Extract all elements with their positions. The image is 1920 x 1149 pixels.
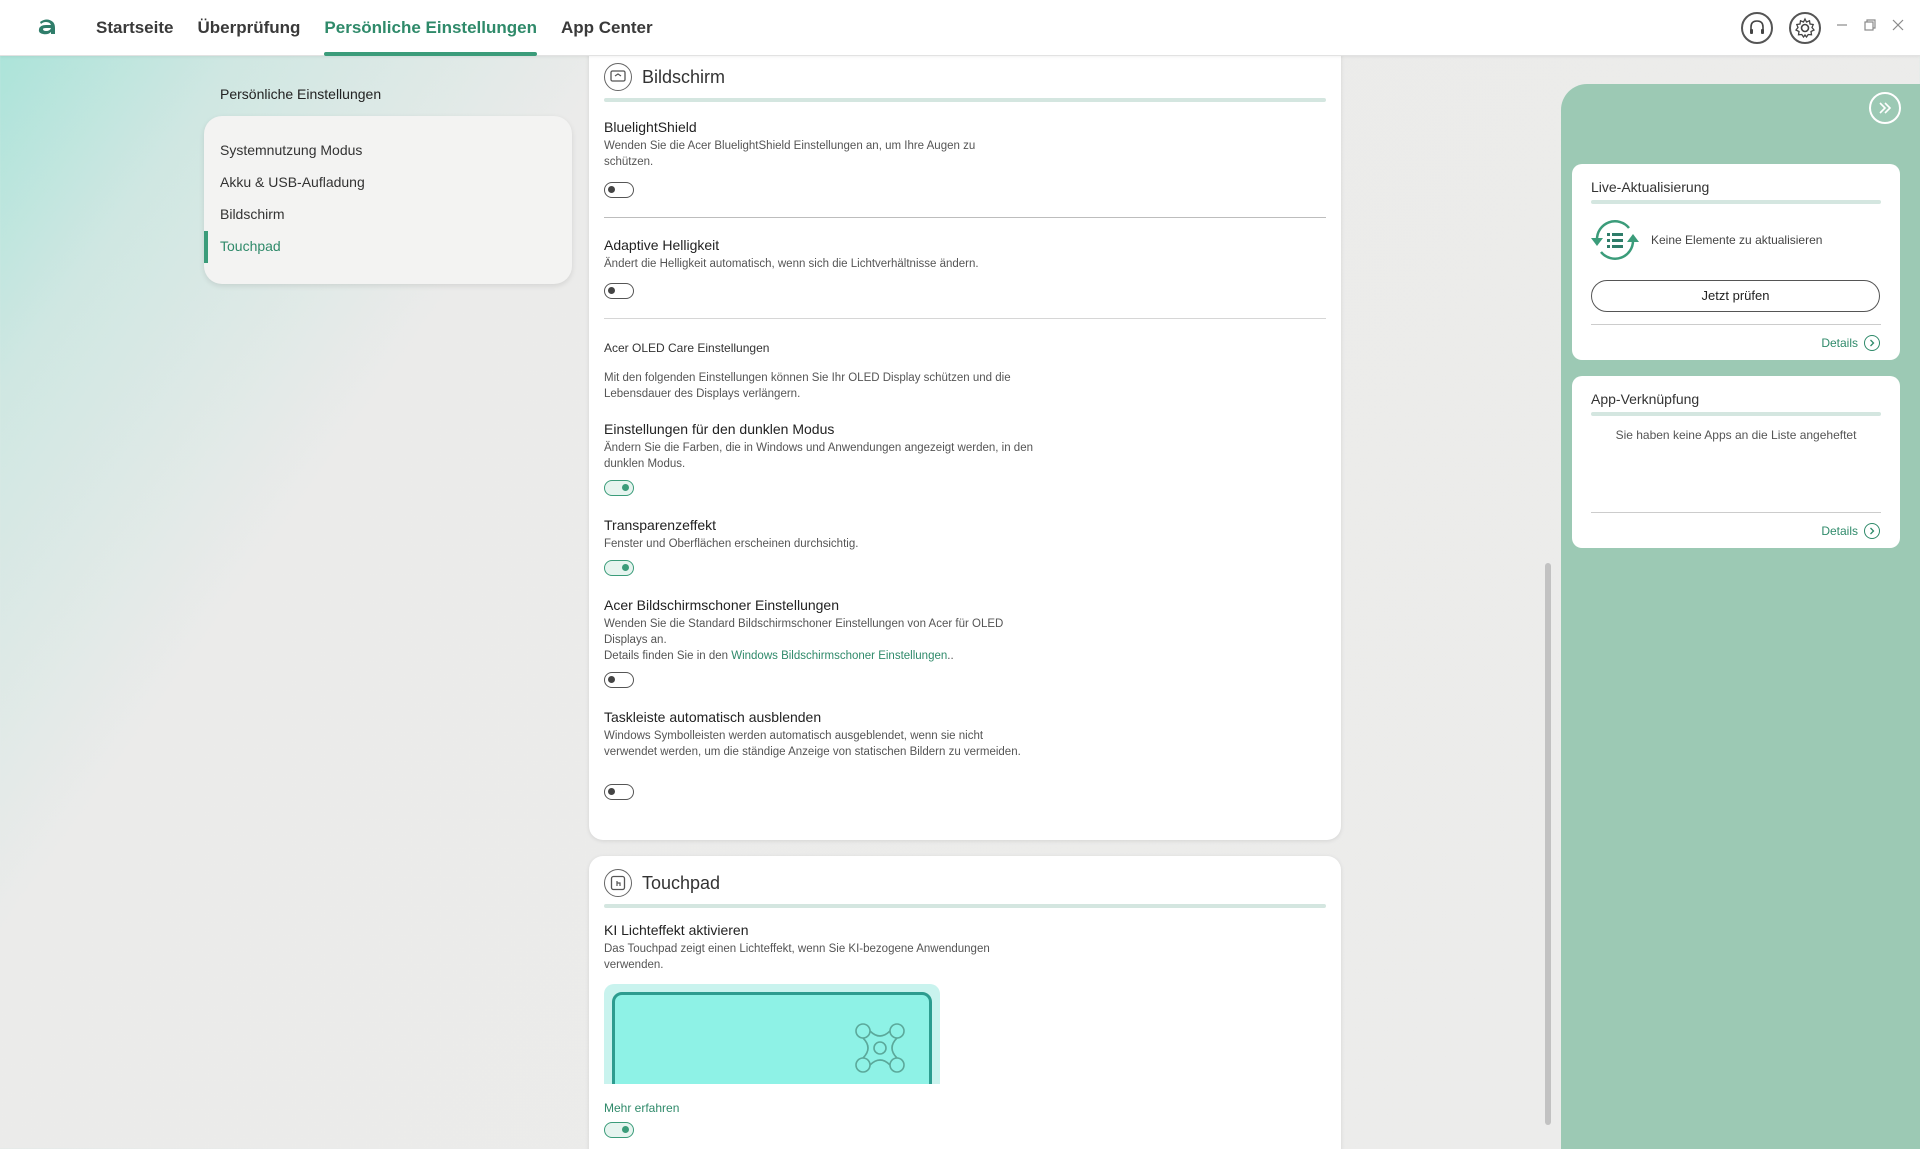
touchpad-header: Touchpad bbox=[604, 868, 720, 898]
taskbar-setting: Taskleiste automatisch ausblenden Window… bbox=[604, 708, 1024, 760]
dark-mode-title: Einstellungen für den dunklen Modus bbox=[604, 421, 835, 437]
separator bbox=[1591, 512, 1881, 513]
nav-tab-app-center[interactable]: App Center bbox=[561, 0, 653, 56]
screensaver-title: Acer Bildschirmschoner Einstellungen bbox=[604, 597, 839, 613]
taskbar-desc: Windows Symbolleisten werden automatisch… bbox=[604, 730, 1021, 758]
refresh-list-icon bbox=[1591, 220, 1639, 260]
nav-tab-persoenliche-einstellungen[interactable]: Persönliche Einstellungen bbox=[324, 0, 537, 56]
separator bbox=[604, 217, 1326, 218]
ki-light-desc: Das Touchpad zeigt einen Lichteffekt, we… bbox=[604, 943, 990, 971]
bildschirm-header: Bildschirm bbox=[604, 62, 725, 92]
separator bbox=[604, 318, 1326, 319]
nav-tab-ueberpruefung[interactable]: Überprüfung bbox=[197, 0, 300, 56]
headset-icon[interactable] bbox=[1741, 12, 1773, 44]
touchpad-preview-image bbox=[604, 984, 940, 1084]
adaptive-setting: Adaptive Helligkeit Ändert die Helligkei… bbox=[604, 236, 1044, 272]
live-update-title: Live-Aktualisierung bbox=[1591, 179, 1710, 195]
app-shortcut-line bbox=[1591, 412, 1881, 416]
taskbar-toggle[interactable] bbox=[604, 784, 634, 800]
ki-light-toggle[interactable] bbox=[604, 1122, 634, 1138]
transparency-setting: Transparenzeffekt Fenster und Oberfläche… bbox=[604, 516, 1044, 552]
oled-desc-block: Mit den folgenden Einstellungen können S… bbox=[604, 368, 1034, 402]
display-icon bbox=[604, 63, 632, 91]
separator bbox=[1591, 324, 1881, 325]
touchpad-title: Touchpad bbox=[642, 872, 721, 893]
mehr-erfahren-link[interactable]: Mehr erfahren bbox=[604, 1101, 679, 1115]
sidebar-item-touchpad[interactable]: Touchpad bbox=[220, 238, 281, 254]
touchpad-header-line bbox=[604, 904, 1326, 908]
sidebar-item-akku-usb[interactable]: Akku & USB-Aufladung bbox=[220, 174, 365, 190]
bildschirm-card: Bildschirm BluelightShield Wenden Sie di… bbox=[589, 50, 1341, 840]
oled-care-section: Acer OLED Care Einstellungen bbox=[604, 338, 1044, 356]
details-label: Details bbox=[1821, 524, 1858, 538]
ki-light-setting: KI Lichteffekt aktivieren Das Touchpad z… bbox=[604, 921, 1024, 973]
jetzt-pruefen-button[interactable]: Jetzt prüfen bbox=[1591, 280, 1880, 312]
live-update-line bbox=[1591, 200, 1881, 204]
ki-light-title: KI Lichteffekt aktivieren bbox=[604, 922, 749, 938]
top-bar: Startseite Überprüfung Persönliche Einst… bbox=[0, 0, 1920, 56]
live-update-status: Keine Elemente zu aktualisieren bbox=[1651, 233, 1823, 247]
collapse-panel-icon[interactable] bbox=[1869, 92, 1901, 124]
main-nav: Startseite Überprüfung Persönliche Einst… bbox=[96, 0, 677, 56]
touchpad-icon bbox=[604, 869, 632, 897]
sidebar-item-systemnutzung[interactable]: Systemnutzung Modus bbox=[220, 142, 362, 158]
bluelight-desc: Wenden Sie die Acer BluelightShield Eins… bbox=[604, 140, 976, 168]
screensaver-setting: Acer Bildschirmschoner Einstellungen Wen… bbox=[604, 596, 1024, 664]
sidebar-menu: Systemnutzung Modus Akku & USB-Aufladung… bbox=[204, 116, 572, 284]
main-scrollbar[interactable] bbox=[1545, 563, 1551, 1125]
sidebar-active-indicator bbox=[204, 231, 208, 263]
transparency-toggle[interactable] bbox=[604, 560, 634, 576]
screensaver-desc: Wenden Sie die Standard Bildschirmschone… bbox=[604, 618, 1004, 646]
taskbar-title: Taskleiste automatisch ausblenden bbox=[604, 709, 822, 725]
bluelight-title: BluelightShield bbox=[604, 119, 697, 135]
bluelight-toggle[interactable] bbox=[604, 182, 634, 198]
nav-tab-startseite[interactable]: Startseite bbox=[96, 0, 173, 56]
bildschirm-title: Bildschirm bbox=[642, 66, 726, 87]
chevron-right-icon bbox=[1864, 335, 1880, 351]
transparency-title: Transparenzeffekt bbox=[604, 517, 717, 533]
acer-logo-icon[interactable] bbox=[34, 14, 60, 40]
restore-icon[interactable] bbox=[1861, 18, 1879, 36]
app-shortcut-title: App-Verknüpfung bbox=[1591, 391, 1700, 407]
touchpad-card: Touchpad KI Lichteffekt aktivieren Das T… bbox=[589, 856, 1341, 1149]
app-shortcut-card: App-Verknüpfung Sie haben keine Apps an … bbox=[1572, 376, 1900, 548]
bildschirm-header-line bbox=[604, 98, 1326, 102]
ai-light-pattern-icon bbox=[855, 1023, 905, 1073]
oled-desc: Mit den folgenden Einstellungen können S… bbox=[604, 372, 1011, 400]
app-shortcut-details-link[interactable]: Details bbox=[1821, 523, 1880, 539]
sidebar-title: Persönliche Einstellungen bbox=[220, 86, 382, 102]
gear-icon[interactable] bbox=[1789, 12, 1821, 44]
adaptive-desc: Ändert die Helligkeit automatisch, wenn … bbox=[604, 258, 979, 270]
dark-mode-setting: Einstellungen für den dunklen Modus Ände… bbox=[604, 420, 1034, 472]
minimize-icon[interactable] bbox=[1833, 18, 1851, 36]
chevron-right-icon bbox=[1864, 523, 1880, 539]
app-shortcut-empty: Sie haben keine Apps an die Liste angehe… bbox=[1615, 428, 1857, 442]
details-label: Details bbox=[1821, 336, 1858, 350]
adaptive-toggle[interactable] bbox=[604, 283, 634, 299]
touchpad-surface bbox=[612, 992, 932, 1084]
adaptive-title: Adaptive Helligkeit bbox=[604, 237, 720, 253]
right-panel: Live-Aktualisierung Keine Elemente zu ak… bbox=[1561, 84, 1920, 1149]
windows-screensaver-link[interactable]: Windows Bildschirmschoner Einstellungen bbox=[731, 650, 947, 662]
live-update-details-link[interactable]: Details bbox=[1821, 335, 1880, 351]
sidebar-item-bildschirm[interactable]: Bildschirm bbox=[220, 206, 285, 222]
screensaver-details-prefix: Details finden Sie in den bbox=[604, 650, 732, 662]
dark-mode-toggle[interactable] bbox=[604, 480, 634, 496]
oled-heading: Acer OLED Care Einstellungen bbox=[604, 341, 770, 355]
screensaver-toggle[interactable] bbox=[604, 672, 634, 688]
close-icon[interactable] bbox=[1889, 18, 1907, 36]
screensaver-details-suffix: .. bbox=[947, 650, 954, 662]
live-update-card: Live-Aktualisierung Keine Elemente zu ak… bbox=[1572, 164, 1900, 360]
screensaver-details: Details finden Sie in den Windows Bildsc… bbox=[604, 648, 1024, 664]
dark-mode-desc: Ändern Sie die Farben, die in Windows un… bbox=[604, 442, 1033, 470]
bluelight-setting: BluelightShield Wenden Sie die Acer Blue… bbox=[604, 118, 1044, 170]
transparency-desc: Fenster und Oberflächen erscheinen durch… bbox=[604, 538, 859, 550]
